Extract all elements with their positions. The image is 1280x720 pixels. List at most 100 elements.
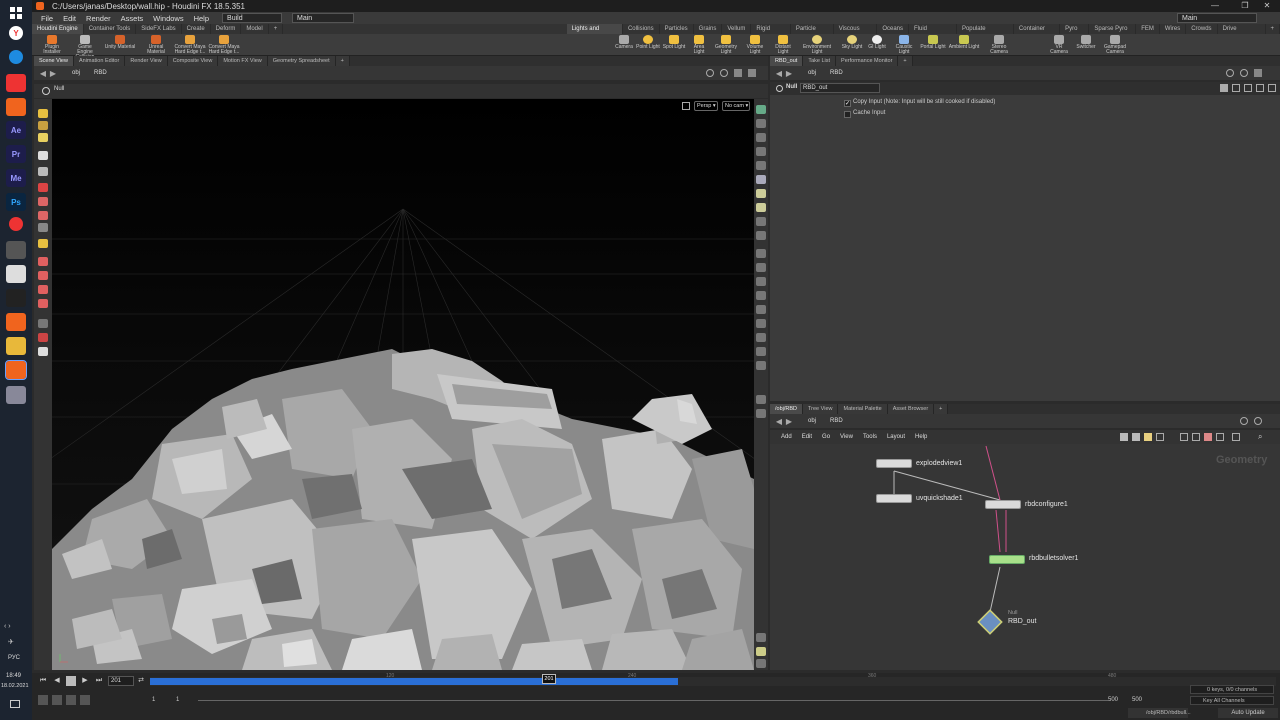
tab-rbd-out[interactable]: RBD_out (770, 56, 804, 66)
photoshop-icon[interactable]: Ps (6, 193, 26, 211)
select-tool-icon[interactable] (42, 87, 50, 95)
shelf-tab-oceans[interactable]: Oceans (877, 24, 909, 34)
shading-icon[interactable] (756, 175, 766, 184)
net-menu-view[interactable]: View (835, 434, 858, 440)
shelf-tab-particles[interactable]: Particles (660, 24, 694, 34)
app-circle-icon[interactable] (9, 217, 23, 231)
jump-start-icon[interactable]: ⏮ (38, 676, 48, 686)
net-menu-help[interactable]: Help (910, 434, 932, 440)
link-icon[interactable] (1254, 417, 1262, 425)
tool-volume-light[interactable]: Volume Light (742, 35, 768, 55)
shelf-tab-rigid-bodies[interactable]: Rigid Bodies (751, 24, 791, 42)
auto-update-button[interactable]: Auto Update (1218, 708, 1278, 718)
shelf-tab-wires[interactable]: Wires (1160, 24, 1187, 34)
net-menu-layout[interactable]: Layout (882, 434, 910, 440)
snap-icon[interactable] (38, 257, 48, 266)
handle-tool-icon[interactable] (38, 109, 48, 118)
tool-ambient-light[interactable]: Ambient Light (948, 35, 980, 50)
network-editor[interactable]: Geometry explodedview1 uvquickshade1 rbd… (770, 444, 1280, 670)
node-uvquickshade1[interactable] (876, 494, 912, 503)
shelf-tab-sidefx-labs[interactable]: SideFX Labs (136, 24, 182, 34)
view-camera-menu[interactable]: No cam ▾ (722, 101, 750, 111)
add-shelf-tab-button-2[interactable]: + (1266, 24, 1280, 34)
media-encoder-icon[interactable]: Me (6, 169, 26, 187)
telegram-icon[interactable] (9, 50, 23, 64)
tab-material-palette[interactable]: Material Palette (838, 404, 888, 414)
frame-icon[interactable] (756, 161, 766, 170)
tool-vr-camera[interactable]: VR Camera (1046, 35, 1072, 55)
houdini-active-icon[interactable] (5, 360, 27, 380)
shelf-tab-create[interactable]: Create (182, 24, 211, 34)
node-name-field[interactable]: RBD_out (800, 83, 880, 93)
language-indicator[interactable]: РУС (8, 655, 20, 661)
minimize-icon[interactable]: — (1200, 0, 1230, 12)
add-network-tab-button[interactable]: + (934, 404, 949, 414)
shelf-tab-collisions[interactable]: Collisions (623, 24, 660, 34)
epic-icon[interactable] (6, 289, 26, 307)
layout-icon[interactable] (1192, 433, 1200, 441)
chevron-up-icon[interactable]: ‹ › (4, 623, 11, 630)
sticky-note-icon[interactable] (1144, 433, 1152, 441)
file-explorer-icon[interactable] (6, 337, 26, 355)
points-icon[interactable] (756, 249, 766, 258)
tab-geometry-spreadsheet[interactable]: Geometry Spreadsheet (267, 56, 336, 66)
range-icon[interactable] (66, 695, 76, 705)
tab-obj-rbd[interactable]: /obj/RBD (770, 404, 804, 414)
jump-end-icon[interactable]: ⏭ (94, 676, 104, 686)
breadcrumb-obj[interactable]: obj (72, 70, 80, 76)
tool-environment-light[interactable]: Environment Light (800, 35, 834, 55)
camera-tool-icon[interactable] (38, 347, 48, 356)
shelf-tab-fluid-containers[interactable]: Fluid Containers (909, 24, 957, 42)
clock-date[interactable]: 18.02.2021 (1, 683, 29, 689)
transform-tool-icon[interactable] (38, 121, 48, 130)
shelf-tab-model[interactable]: Model (241, 24, 269, 34)
breadcrumb-rbd[interactable]: RBD (830, 70, 843, 76)
timeline-track[interactable]: 120 240 360 480 201 (150, 673, 1276, 686)
add-param-tab-button[interactable]: + (898, 56, 913, 66)
shelf-tab-fem[interactable]: FEM (1136, 24, 1160, 34)
back-arrow-icon[interactable]: ◀ (38, 69, 48, 78)
clock-time[interactable]: 18:49 (6, 673, 21, 679)
breadcrumb-rbd[interactable]: RBD (830, 418, 843, 424)
cube-icon[interactable] (756, 409, 766, 418)
tab-asset-browser[interactable]: Asset Browser (887, 404, 935, 414)
net-menu-add[interactable]: Add (776, 434, 797, 440)
tab-animation-editor[interactable]: Animation Editor (73, 56, 126, 66)
tool-gamepad-camera[interactable]: Gamepad Camera (1100, 35, 1130, 55)
current-frame-field[interactable]: 201 (108, 676, 134, 686)
unity-icon[interactable] (6, 265, 26, 283)
shelf-tab-populate-containers[interactable]: Populate Containers (957, 24, 1014, 42)
tab-composite-view[interactable]: Composite View (167, 56, 219, 66)
tool-distant-light[interactable]: Distant Light (770, 35, 796, 55)
tab-performance-monitor[interactable]: Performance Monitor (836, 56, 899, 66)
tab-tree-view[interactable]: Tree View (803, 404, 839, 414)
menu-render[interactable]: Render (81, 14, 116, 23)
pin-icon[interactable] (1240, 417, 1248, 425)
node-explodedview1[interactable] (876, 459, 912, 468)
shelf-tab-viscous-fluids[interactable]: Viscous Fluids (834, 24, 878, 42)
key-all-channels-button[interactable]: Key All Channels (1190, 696, 1274, 705)
3d-viewport[interactable]: Persp ▾ No cam ▾ (52, 99, 754, 670)
shelf-tab-grains[interactable]: Grains (694, 24, 723, 34)
rotate-icon[interactable] (38, 223, 48, 232)
app-grey-icon[interactable] (6, 241, 26, 259)
shelf-tab-sparse-pyro[interactable]: Sparse Pyro FX (1089, 24, 1137, 42)
play-icon[interactable]: ▶ (80, 676, 90, 686)
ghost-icon[interactable] (756, 319, 766, 328)
param-search-icon[interactable] (1256, 84, 1264, 92)
wireframe-icon[interactable] (756, 217, 766, 226)
forward-arrow-icon[interactable]: ▶ (48, 69, 58, 78)
cache-input-checkbox[interactable] (844, 111, 851, 118)
copy-input-checkbox[interactable]: ✓ (844, 100, 851, 107)
menu-file[interactable]: File (36, 14, 58, 23)
grid-snap-icon[interactable] (1180, 433, 1188, 441)
shelf-tab-particle-fluids[interactable]: Particle Fluids (791, 24, 834, 42)
tool-gi-light[interactable]: GI Light (866, 35, 888, 50)
node-rbdconfigure1[interactable] (985, 500, 1021, 509)
houdini-icon-2[interactable] (6, 313, 26, 331)
keyframe-icon[interactable] (52, 695, 62, 705)
record-icon[interactable] (38, 333, 48, 342)
realtime-toggle-icon[interactable]: ⇄ (136, 676, 146, 686)
tool-unity-material[interactable]: Unity Material (104, 35, 136, 50)
param-view-icon[interactable] (1244, 84, 1252, 92)
